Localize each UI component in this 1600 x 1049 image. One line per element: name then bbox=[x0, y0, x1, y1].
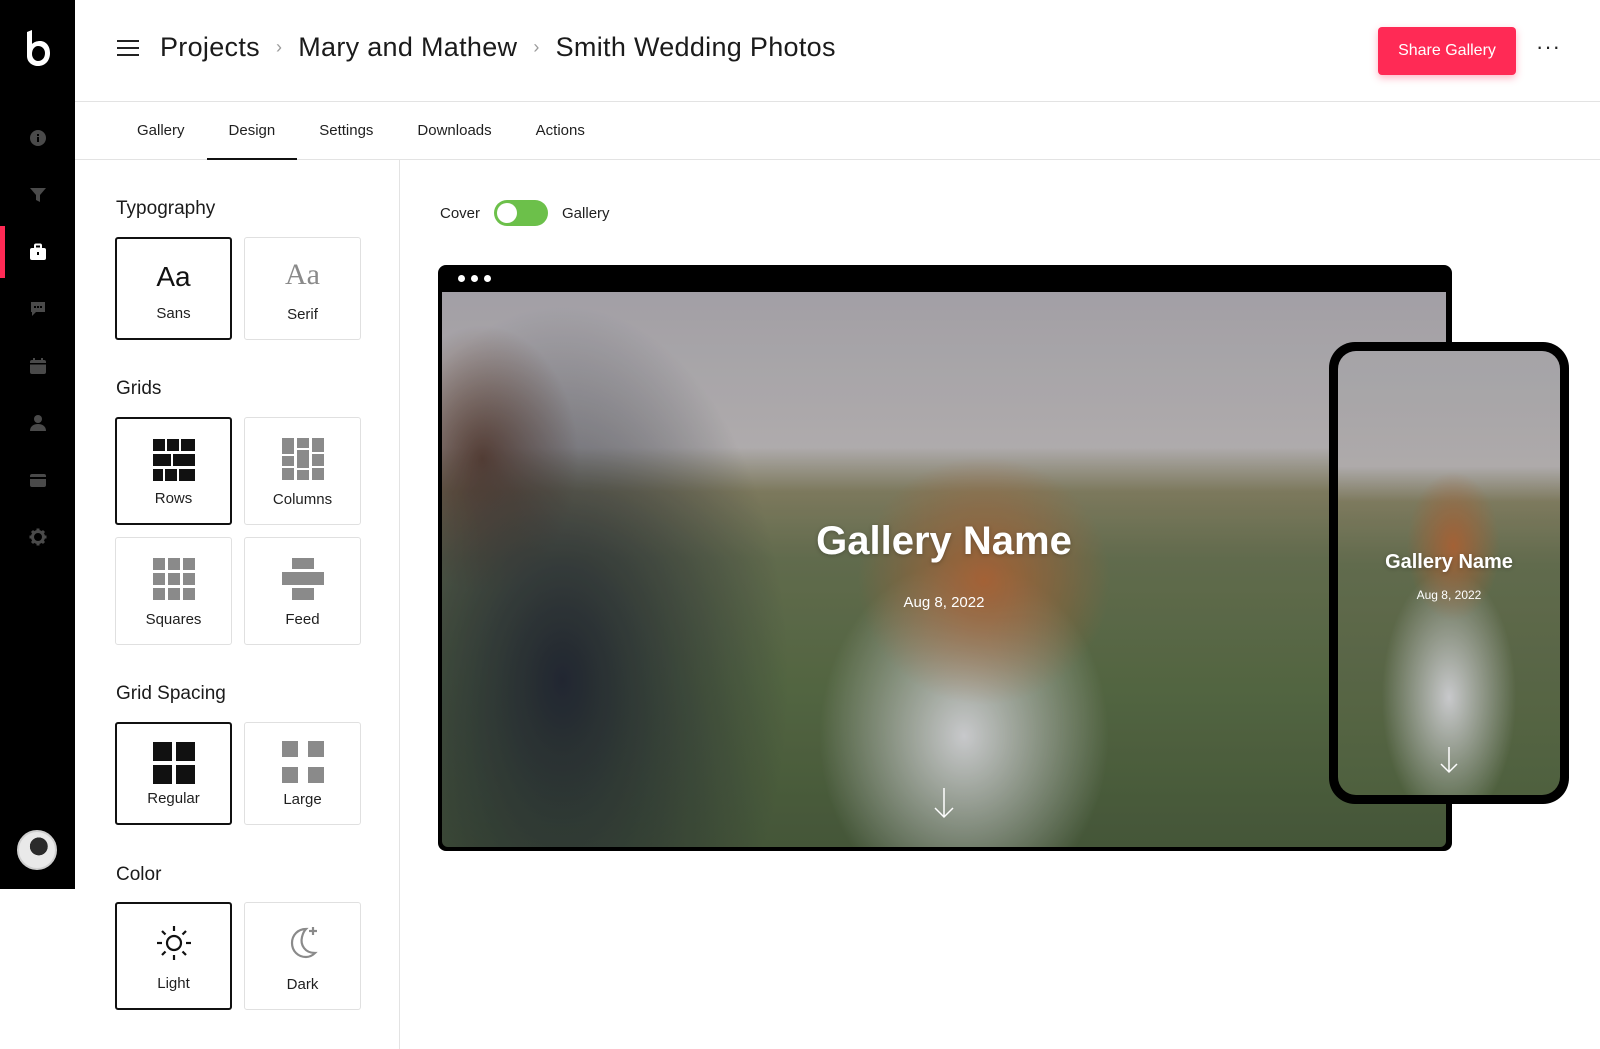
option-label: Squares bbox=[145, 611, 202, 628]
breadcrumb-client[interactable]: Mary and Mathew bbox=[298, 32, 517, 63]
breadcrumb-gallery: Smith Wedding Photos bbox=[555, 32, 836, 62]
option-label: Serif bbox=[287, 306, 318, 323]
typography-title: Typography bbox=[116, 198, 216, 219]
toggle-gallery-label: Gallery bbox=[562, 204, 610, 222]
mobile-gallery-name: Gallery Name bbox=[1385, 551, 1513, 573]
calendar-icon bbox=[29, 358, 46, 374]
sun-icon bbox=[117, 924, 230, 962]
color-dark-option[interactable]: Dark bbox=[244, 902, 361, 1010]
tab-bar: Gallery Design Settings Downloads Action… bbox=[75, 102, 1600, 160]
filter-icon bbox=[29, 188, 46, 202]
rows-grid-icon bbox=[117, 439, 230, 481]
preview-mode-toggle-row: Cover Gallery bbox=[440, 200, 610, 226]
grids-title: Grids bbox=[116, 378, 162, 399]
left-rail bbox=[0, 0, 75, 889]
brand-logo[interactable] bbox=[24, 30, 50, 66]
tab-design[interactable]: Design bbox=[206, 102, 298, 160]
tab-settings[interactable]: Settings bbox=[297, 102, 395, 159]
grid-feed-option[interactable]: Feed bbox=[244, 537, 361, 645]
option-label: Columns bbox=[272, 491, 333, 508]
more-options-icon[interactable]: ··· bbox=[1536, 36, 1560, 62]
cover-gallery-toggle[interactable] bbox=[494, 200, 549, 226]
top-header: Projects › Mary and Mathew › Smith Weddi… bbox=[75, 0, 1600, 102]
columns-grid-icon bbox=[245, 438, 360, 480]
gear-icon bbox=[29, 528, 46, 546]
option-label: Sans bbox=[156, 305, 191, 322]
color-light-option[interactable]: Light bbox=[115, 902, 232, 1010]
option-label: Light bbox=[157, 975, 190, 992]
card-icon bbox=[29, 474, 46, 487]
grid-spacing-title: Grid Spacing bbox=[116, 683, 226, 704]
moon-icon bbox=[245, 923, 360, 961]
rail-item-invoices[interactable] bbox=[0, 454, 75, 506]
rail-item-projects[interactable] bbox=[0, 226, 75, 278]
mobile-scroll-down-arrow-icon[interactable] bbox=[1439, 746, 1459, 774]
desktop-preview: Gallery Name Aug 8, 2022 bbox=[438, 265, 1452, 851]
regular-spacing-icon bbox=[117, 742, 230, 784]
tab-downloads[interactable]: Downloads bbox=[395, 102, 513, 159]
user-avatar[interactable] bbox=[17, 830, 57, 870]
gallery-name-title: Gallery Name bbox=[816, 519, 1072, 563]
chat-icon bbox=[30, 302, 45, 316]
grid-columns-option[interactable]: Columns bbox=[244, 417, 361, 525]
rail-item-settings[interactable] bbox=[0, 511, 75, 563]
option-label: Dark bbox=[286, 976, 319, 993]
share-gallery-button[interactable]: Share Gallery bbox=[1378, 27, 1516, 75]
breadcrumb: Projects › Mary and Mathew › Smith Weddi… bbox=[160, 32, 836, 63]
typography-serif-option[interactable]: Aa Serif bbox=[244, 237, 361, 340]
rail-item-messages[interactable] bbox=[0, 283, 75, 335]
gallery-date: Aug 8, 2022 bbox=[903, 594, 985, 611]
breadcrumb-projects[interactable]: Projects bbox=[160, 32, 260, 63]
toggle-cover-label: Cover bbox=[440, 204, 481, 222]
large-spacing-icon bbox=[245, 741, 360, 783]
cover-photo: Gallery Name Aug 8, 2022 bbox=[442, 292, 1446, 847]
grid-rows-option[interactable]: Rows bbox=[115, 417, 232, 525]
tab-gallery[interactable]: Gallery bbox=[115, 102, 207, 159]
rail-item-filter[interactable] bbox=[0, 169, 75, 221]
rail-item-calendar[interactable] bbox=[0, 340, 75, 392]
option-label: Feed bbox=[285, 611, 320, 628]
aa-serif-glyph: Aa bbox=[285, 258, 320, 291]
color-title: Color bbox=[116, 864, 162, 885]
user-icon bbox=[29, 415, 46, 431]
grid-squares-option[interactable]: Squares bbox=[115, 537, 232, 645]
mobile-cover-photo: Gallery Name Aug 8, 2022 bbox=[1338, 351, 1560, 795]
tab-actions[interactable]: Actions bbox=[514, 102, 607, 159]
spacing-large-option[interactable]: Large bbox=[244, 722, 361, 825]
chevron-right-icon: › bbox=[275, 37, 283, 57]
window-dots-icon bbox=[458, 275, 491, 282]
chevron-right-icon: › bbox=[533, 37, 540, 57]
briefcase-icon bbox=[29, 243, 46, 260]
option-label: Regular bbox=[147, 790, 200, 807]
option-label: Large bbox=[283, 791, 322, 808]
option-label: Rows bbox=[154, 490, 193, 507]
feed-grid-icon bbox=[245, 558, 360, 600]
aa-sans-glyph: Aa bbox=[156, 261, 191, 292]
spacing-regular-option[interactable]: Regular bbox=[115, 722, 232, 825]
scroll-down-arrow-icon[interactable] bbox=[933, 787, 955, 819]
info-icon bbox=[29, 130, 46, 146]
typography-sans-option[interactable]: Aa Sans bbox=[115, 237, 232, 340]
mobile-preview: Gallery Name Aug 8, 2022 bbox=[1329, 342, 1569, 804]
squares-grid-icon bbox=[116, 558, 231, 600]
mobile-gallery-date: Aug 8, 2022 bbox=[1416, 588, 1482, 602]
design-panel: Typography Aa Sans Aa Serif Grids Rows C… bbox=[75, 160, 400, 1049]
rail-item-contacts[interactable] bbox=[0, 397, 75, 449]
hamburger-menu-icon[interactable] bbox=[117, 40, 139, 58]
rail-item-info[interactable] bbox=[0, 112, 75, 164]
